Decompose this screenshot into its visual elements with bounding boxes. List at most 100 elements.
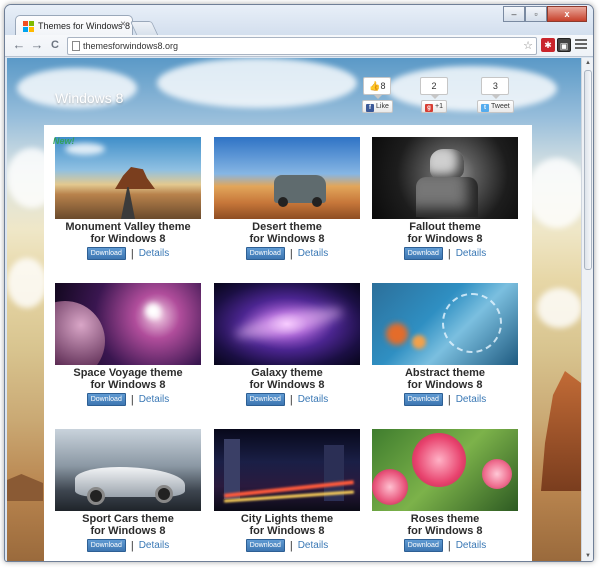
scroll-thumb[interactable]: [584, 70, 592, 270]
details-link[interactable]: Details: [298, 540, 329, 551]
title-bar: Themes for Windows 8 × – ▫ x: [5, 5, 593, 36]
download-button[interactable]: Download: [245, 539, 285, 552]
theme-links: Download | Details: [370, 247, 520, 260]
address-bar[interactable]: themesforwindows8.org ☆: [67, 37, 537, 55]
url-text: themesforwindows8.org: [83, 41, 179, 51]
scroll-down-icon[interactable]: ▼: [583, 551, 593, 561]
theme-card: New! Monument Valley theme for Windows 8 …: [53, 136, 203, 260]
reload-icon[interactable]: C: [47, 37, 63, 53]
google-plus-icon: g: [425, 104, 433, 112]
like-count: 👍8: [363, 77, 392, 99]
bokeh-thumbnail[interactable]: [372, 283, 518, 365]
details-link[interactable]: Details: [139, 394, 170, 405]
separator: |: [289, 247, 293, 260]
power-armor-thumbnail[interactable]: [372, 137, 518, 219]
theme-title: Fallout theme for Windows 8: [407, 221, 483, 245]
theme-links: Download | Details: [212, 393, 362, 406]
menu-icon[interactable]: [575, 39, 587, 51]
download-button[interactable]: Download: [245, 247, 285, 260]
mesa-rock: [541, 371, 581, 491]
browser-window: Themes for Windows 8 × – ▫ x ← → C theme…: [4, 4, 594, 562]
theme-card: Sport Cars theme for Windows 8 Download |…: [53, 429, 203, 552]
twitter-widget[interactable]: 3 t Tweet: [477, 77, 514, 113]
vertical-scrollbar[interactable]: ▲ ▼: [581, 58, 593, 561]
details-link[interactable]: Details: [456, 540, 487, 551]
download-button[interactable]: Download: [403, 393, 443, 406]
separator: |: [289, 393, 293, 406]
browser-toolbar: ← → C themesforwindows8.org ☆ ✱ ▣: [5, 35, 593, 57]
browser-tab[interactable]: Themes for Windows 8 ×: [15, 15, 133, 36]
scroll-up-icon[interactable]: ▲: [583, 58, 593, 68]
like-button[interactable]: f Like: [362, 100, 393, 113]
tweet-count: 3: [481, 77, 510, 99]
ground-rock: [7, 474, 43, 501]
desert-road-thumbnail[interactable]: [55, 137, 201, 219]
download-button[interactable]: Download: [403, 539, 443, 552]
sports-car-thumbnail[interactable]: [55, 429, 201, 511]
galaxy-thumbnail[interactable]: [214, 283, 360, 365]
theme-card: Desert theme for Windows 8 Download | Det…: [212, 137, 362, 260]
theme-title: Space Voyage theme for Windows 8: [73, 367, 183, 391]
theme-card: Roses theme for Windows 8 Download | Deta…: [370, 429, 520, 552]
details-link[interactable]: Details: [456, 394, 487, 405]
plusone-count: 2: [420, 77, 448, 99]
plusone-button[interactable]: g +1: [421, 100, 447, 113]
download-button[interactable]: Download: [403, 247, 443, 260]
bookmark-star-icon[interactable]: ☆: [523, 39, 533, 52]
themes-panel: New! Monument Valley theme for Windows 8 …: [44, 125, 532, 561]
new-tab-button[interactable]: [129, 21, 159, 35]
theme-title: Abstract theme for Windows 8: [404, 367, 486, 391]
separator: |: [289, 539, 293, 552]
planet-thumbnail[interactable]: [55, 283, 201, 365]
separator: |: [130, 539, 134, 552]
details-link[interactable]: Details: [298, 394, 329, 405]
download-button[interactable]: Download: [245, 393, 285, 406]
theme-card: Galaxy theme for Windows 8 Download | Det…: [212, 283, 362, 406]
site-title: Windows 8: [55, 90, 124, 106]
page-viewport: Windows 8 👍8 f Like 2 g +1 3 t Tweet New! M…: [7, 58, 581, 561]
city-night-thumbnail[interactable]: [214, 429, 360, 511]
facebook-like-widget[interactable]: 👍8 f Like: [362, 77, 393, 113]
theme-links: Download | Details: [370, 539, 520, 552]
separator: |: [130, 247, 134, 260]
tab-title: Themes for Windows 8: [38, 21, 131, 31]
theme-card: Space Voyage theme for Windows 8 Download…: [53, 283, 203, 406]
tweet-button[interactable]: t Tweet: [477, 100, 514, 113]
separator: |: [447, 539, 451, 552]
theme-card: City Lights theme for Windows 8 Download …: [212, 429, 362, 552]
maximize-button[interactable]: ▫: [525, 6, 547, 22]
theme-title: Monument Valley theme for Windows 8: [65, 221, 191, 245]
new-badge: New!: [53, 136, 75, 146]
download-button[interactable]: Download: [86, 539, 126, 552]
roses-thumbnail[interactable]: [372, 429, 518, 511]
theme-links: Download | Details: [53, 393, 203, 406]
details-link[interactable]: Details: [139, 248, 170, 259]
separator: |: [130, 393, 134, 406]
theme-links: Download | Details: [53, 539, 203, 552]
forward-icon[interactable]: →: [29, 37, 45, 53]
details-link[interactable]: Details: [139, 540, 170, 551]
theme-title: Sport Cars theme for Windows 8: [82, 513, 174, 537]
twitter-bird-icon: t: [481, 104, 489, 112]
back-icon[interactable]: ←: [11, 37, 27, 53]
close-window-button[interactable]: x: [547, 6, 587, 22]
old-car-thumbnail[interactable]: [214, 137, 360, 219]
theme-links: Download | Details: [212, 247, 362, 260]
google-plus-widget[interactable]: 2 g +1: [420, 77, 448, 113]
download-button[interactable]: Download: [86, 247, 126, 260]
dark-ext-icon[interactable]: ▣: [557, 38, 571, 52]
separator: |: [447, 393, 451, 406]
facebook-icon: f: [366, 104, 374, 112]
page-icon: [72, 41, 80, 51]
tab-close-icon[interactable]: ×: [120, 19, 126, 30]
details-link[interactable]: Details: [298, 248, 329, 259]
red-ext-icon[interactable]: ✱: [541, 38, 555, 52]
theme-title: Roses theme for Windows 8: [407, 513, 483, 537]
windows-logo-icon: [23, 21, 34, 32]
theme-title: Desert theme for Windows 8: [249, 221, 325, 245]
theme-card: Abstract theme for Windows 8 Download | D…: [370, 283, 520, 406]
download-button[interactable]: Download: [86, 393, 126, 406]
details-link[interactable]: Details: [456, 248, 487, 259]
minimize-button[interactable]: –: [503, 6, 525, 22]
theme-card: Fallout theme for Windows 8 Download | De…: [370, 137, 520, 260]
